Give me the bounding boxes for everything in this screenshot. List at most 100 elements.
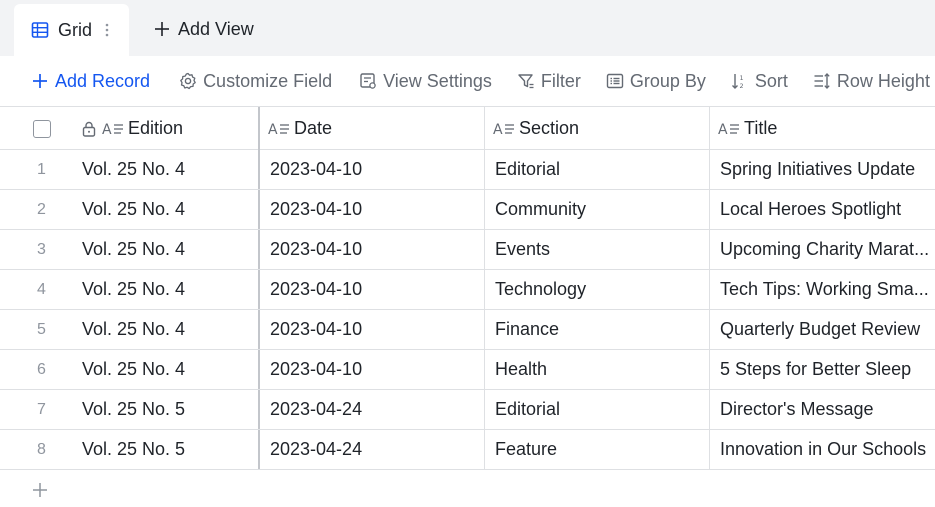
svg-text:A: A [102,122,112,137]
sort-icon: 12 [730,71,750,91]
cell-section[interactable]: Editorial [485,150,710,189]
column-header-edition-label: Edition [128,118,184,138]
view-tab-bar: Grid Add View [0,0,935,56]
cell-section[interactable]: Health [485,350,710,389]
group-by-icon [605,71,625,91]
svg-text:2: 2 [739,82,743,90]
cell-edition[interactable]: Vol. 25 No. 5 [72,430,260,469]
grid-body: 1 Vol. 25 No. 4 2023-04-10 Editorial Spr… [0,150,935,470]
table-row[interactable]: 8 Vol. 25 No. 5 2023-04-24 Feature Innov… [0,430,935,470]
cell-edition[interactable]: Vol. 25 No. 5 [72,390,260,429]
more-options-icon[interactable] [104,21,110,39]
cell-edition[interactable]: Vol. 25 No. 4 [72,150,260,189]
cell-date[interactable]: 2023-04-24 [260,390,485,429]
filter-icon [516,71,536,91]
sort-button[interactable]: 12 Sort [730,66,788,96]
cell-edition[interactable]: Vol. 25 No. 4 [72,310,260,349]
row-number: 3 [37,240,46,258]
cell-section[interactable]: Feature [485,430,710,469]
tab-grid-label: Grid [58,19,93,40]
cell-section[interactable]: Editorial [485,390,710,429]
add-row-button[interactable] [30,480,50,500]
table-row[interactable]: 6 Vol. 25 No. 4 2023-04-10 Health 5 Step… [0,350,935,390]
cell-title[interactable]: Quarterly Budget Review [710,310,935,349]
group-by-button[interactable]: Group By [605,66,706,96]
grid-header: A Edition A Date A Section A Title [0,106,935,150]
select-all-checkbox[interactable] [33,119,51,138]
row-number: 5 [37,320,46,338]
table-row[interactable]: 1 Vol. 25 No. 4 2023-04-10 Editorial Spr… [0,150,935,190]
column-header-section[interactable]: A Section [485,107,710,150]
row-number: 7 [37,400,46,418]
cell-date[interactable]: 2023-04-10 [260,350,485,389]
row-number: 4 [37,280,46,298]
cell-title[interactable]: 5 Steps for Better Sleep [710,350,935,389]
filter-button[interactable]: Filter [516,66,581,96]
column-header-date-label: Date [294,118,333,138]
group-by-label: Group By [629,70,706,91]
customize-field-label: Customize Field [203,70,333,91]
table-row[interactable]: 5 Vol. 25 No. 4 2023-04-10 Finance Quart… [0,310,935,350]
cell-title[interactable]: Director's Message [710,390,935,429]
text-field-icon: A [102,120,124,138]
text-field-icon: A [718,120,740,138]
column-header-title[interactable]: A Title [710,107,935,150]
row-number: 8 [37,440,46,458]
cell-edition[interactable]: Vol. 25 No. 4 [72,350,260,389]
row-number: 2 [37,200,46,218]
plus-icon [32,482,48,498]
row-height-icon [812,71,832,91]
cell-title[interactable]: Innovation in Our Schools [710,430,935,469]
cell-date[interactable]: 2023-04-10 [260,150,485,189]
filter-label: Filter [540,70,581,91]
gear-icon [178,71,198,91]
add-view-label: Add View [178,18,254,39]
grid-view-icon [30,20,50,40]
row-height-button[interactable]: Row Height [812,66,930,96]
cell-edition[interactable]: Vol. 25 No. 4 [72,270,260,309]
cell-section[interactable]: Technology [485,270,710,309]
view-settings-label: View Settings [383,70,492,91]
cell-title[interactable]: Tech Tips: Working Sma... [710,270,935,309]
row-number: 6 [37,360,46,378]
view-settings-icon [358,71,378,91]
cell-date[interactable]: 2023-04-10 [260,190,485,229]
add-view-button[interactable]: Add View [152,14,254,44]
column-header-edition[interactable]: A Edition [72,107,260,150]
cell-section[interactable]: Finance [485,310,710,349]
add-record-button[interactable]: Add Record [30,66,150,96]
svg-text:A: A [493,122,503,137]
svg-text:1: 1 [739,74,743,82]
table-row[interactable]: 2 Vol. 25 No. 4 2023-04-10 Community Loc… [0,190,935,230]
table-row[interactable]: 7 Vol. 25 No. 5 2023-04-24 Editorial Dir… [0,390,935,430]
text-field-icon: A [493,120,515,138]
lock-icon [80,120,98,138]
text-field-icon: A [268,120,290,138]
toolbar: Add Record Customize Field View Settings… [0,56,935,106]
table-row[interactable]: 3 Vol. 25 No. 4 2023-04-10 Events Upcomi… [0,230,935,270]
cell-section[interactable]: Events [485,230,710,269]
cell-section[interactable]: Community [485,190,710,229]
svg-text:A: A [268,122,278,137]
row-number: 1 [37,160,46,178]
table-row[interactable]: 4 Vol. 25 No. 4 2023-04-10 Technology Te… [0,270,935,310]
column-header-section-label: Section [519,118,580,138]
view-settings-button[interactable]: View Settings [358,66,492,96]
cell-title[interactable]: Upcoming Charity Marat... [710,230,935,269]
cell-edition[interactable]: Vol. 25 No. 4 [72,230,260,269]
row-height-label: Row Height [836,70,930,91]
cell-date[interactable]: 2023-04-10 [260,230,485,269]
cell-edition[interactable]: Vol. 25 No. 4 [72,190,260,229]
cell-title[interactable]: Local Heroes Spotlight [710,190,935,229]
cell-title[interactable]: Spring Initiatives Update [710,150,935,189]
tab-grid-view[interactable]: Grid [14,4,129,56]
select-all-cell [0,107,72,150]
cell-date[interactable]: 2023-04-10 [260,270,485,309]
cell-date[interactable]: 2023-04-10 [260,310,485,349]
plus-icon [152,19,172,39]
sort-label: Sort [754,70,788,91]
customize-field-button[interactable]: Customize Field [178,66,332,96]
svg-text:A: A [718,122,728,137]
column-header-date[interactable]: A Date [260,107,485,150]
cell-date[interactable]: 2023-04-24 [260,430,485,469]
